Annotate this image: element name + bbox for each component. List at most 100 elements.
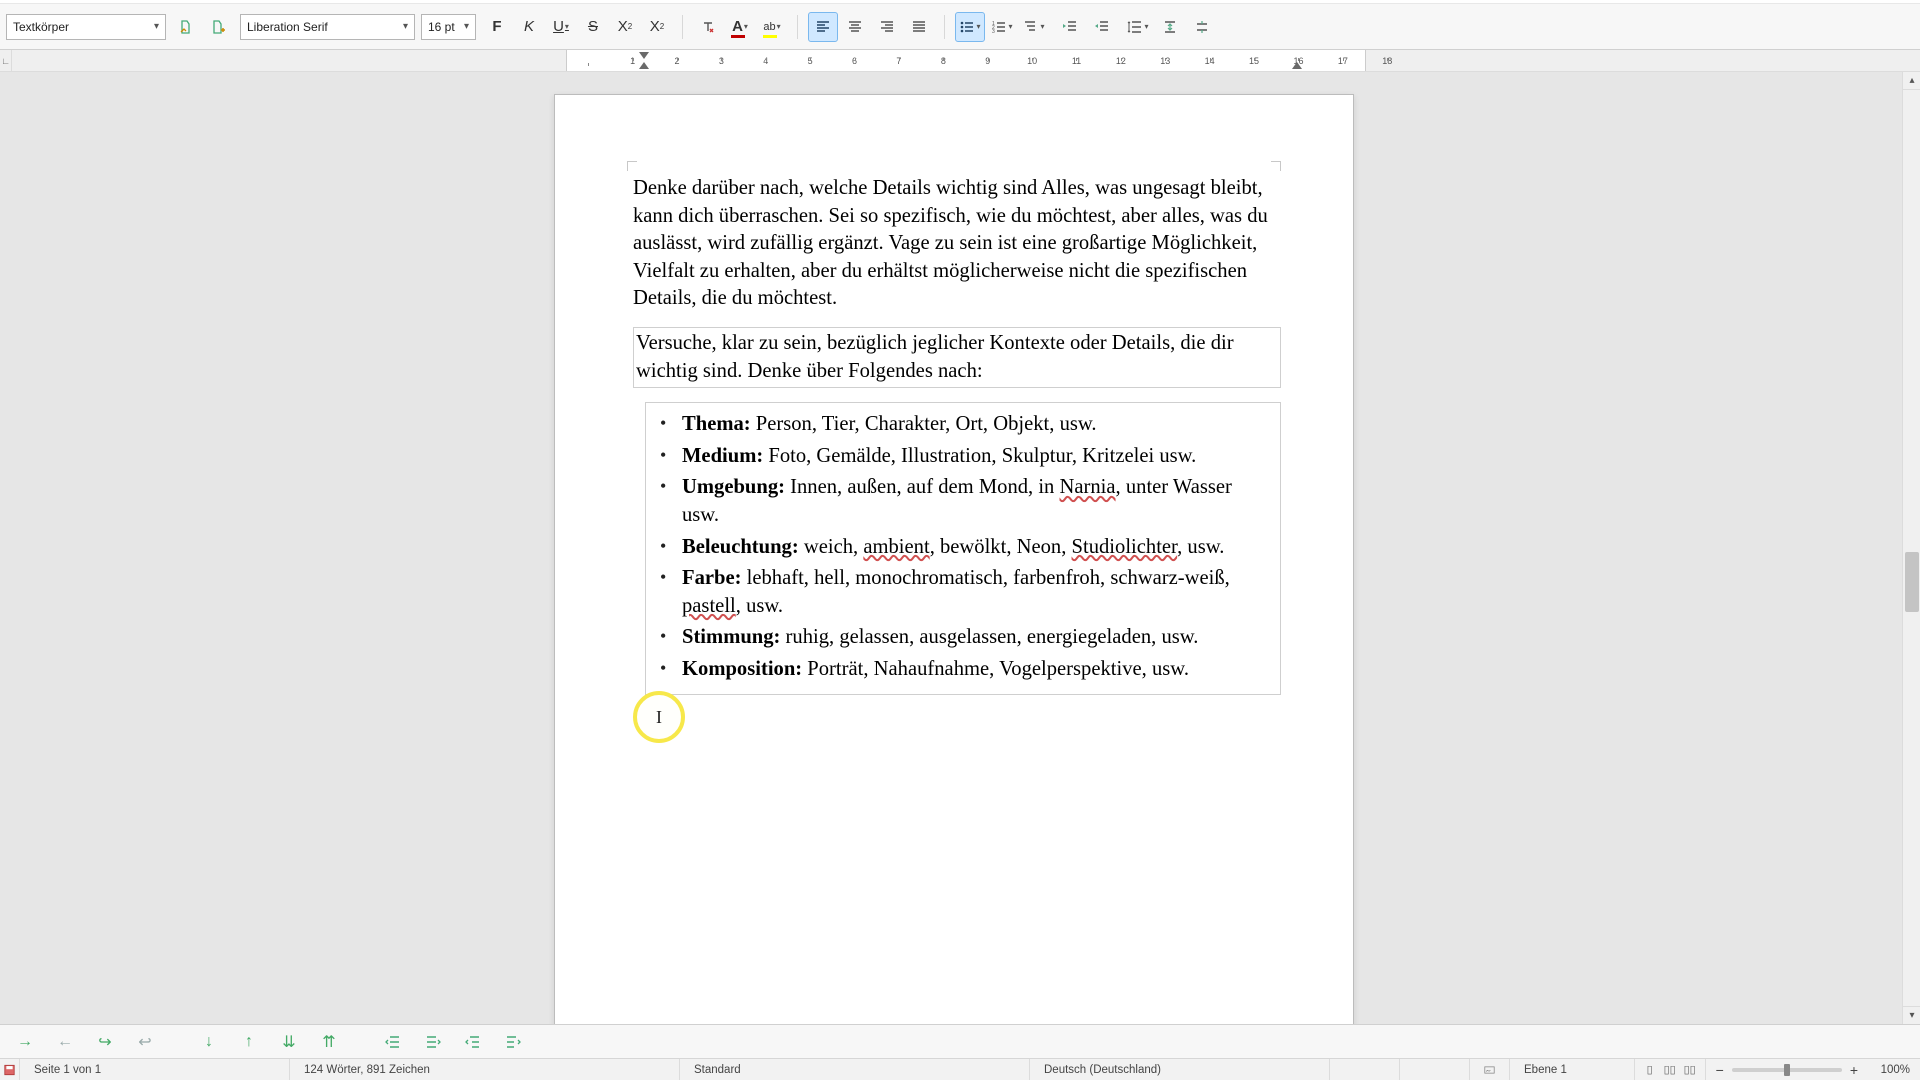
cursor-highlight-icon: I: [633, 691, 685, 743]
document-page[interactable]: Denke darüber nach, welche Details wicht…: [554, 94, 1354, 1024]
spellcheck-word: pastell: [682, 595, 736, 617]
language-status[interactable]: Deutsch (Deutschland): [1030, 1059, 1330, 1080]
strike-button[interactable]: S: [578, 12, 608, 42]
list-item[interactable]: Stimmung: ruhig, gelassen, ausgelassen, …: [682, 622, 1270, 654]
bullet-list[interactable]: Thema: Person, Tier, Charakter, Ort, Obj…: [645, 402, 1281, 694]
nav-down-double-button[interactable]: ⇊: [274, 1028, 304, 1056]
nav-up-double-button[interactable]: ⇈: [314, 1028, 344, 1056]
chevron-down-icon: ▾: [464, 21, 469, 32]
promote-sub-button[interactable]: [458, 1028, 488, 1056]
superscript-button[interactable]: X2: [610, 12, 640, 42]
decrease-para-spacing-button[interactable]: [1187, 12, 1217, 42]
align-center-button[interactable]: [840, 12, 870, 42]
vertical-scrollbar[interactable]: ▴ ▾: [1902, 72, 1920, 1024]
scroll-up-icon[interactable]: ▴: [1903, 72, 1920, 90]
ruler-tick: 9: [966, 56, 1010, 66]
number-list-button[interactable]: 123▾: [987, 12, 1017, 42]
list-item[interactable]: Umgebung: Innen, außen, auf dem Mond, in…: [682, 472, 1270, 531]
list-item-text: , bewölkt, Neon,: [930, 536, 1072, 558]
zoom-value[interactable]: 100%: [1866, 1064, 1910, 1076]
promote-button[interactable]: [378, 1028, 408, 1056]
demote-sub-button[interactable]: [498, 1028, 528, 1056]
ruler-tick: 4: [744, 56, 788, 66]
nav-down-button[interactable]: ↓: [194, 1028, 224, 1056]
nav-up-button[interactable]: ↑: [234, 1028, 264, 1056]
paragraph-style-value: Textkörper: [13, 20, 69, 34]
update-style-button[interactable]: [172, 12, 202, 42]
bold-button[interactable]: F: [482, 12, 512, 42]
list-item[interactable]: Beleuchtung: weich, ambient, bewölkt, Ne…: [682, 532, 1270, 564]
list-item[interactable]: Thema: Person, Tier, Charakter, Ort, Obj…: [682, 409, 1270, 441]
insert-mode-status[interactable]: [1330, 1059, 1400, 1080]
line-spacing-button[interactable]: ▾: [1123, 12, 1153, 42]
decrease-indent-button[interactable]: [1087, 12, 1117, 42]
underline-button[interactable]: U▾: [546, 12, 576, 42]
demote-button[interactable]: [418, 1028, 448, 1056]
document-workspace: Denke darüber nach, welche Details wicht…: [0, 72, 1920, 1024]
ruler-tick: 18: [1365, 56, 1409, 66]
zoom-out-button[interactable]: −: [1716, 1062, 1724, 1078]
selection-mode-status[interactable]: [1400, 1059, 1470, 1080]
ruler-tick: 15: [1232, 56, 1276, 66]
align-left-button[interactable]: [808, 12, 838, 42]
paragraph[interactable]: Denke darüber nach, welche Details wicht…: [633, 175, 1281, 313]
nav-back-button[interactable]: ←: [50, 1028, 80, 1056]
list-item[interactable]: Komposition: Porträt, Nahaufnahme, Vogel…: [682, 654, 1270, 686]
ruler-tick: 2: [655, 56, 699, 66]
list-item-text: Porträt, Nahaufnahme, Vogelperspektive, …: [802, 658, 1189, 680]
word-count-status[interactable]: 124 Wörter, 891 Zeichen: [290, 1059, 680, 1080]
save-status-icon[interactable]: [0, 1059, 20, 1080]
list-item-label: Beleuchtung:: [682, 536, 799, 558]
scroll-thumb[interactable]: [1905, 552, 1919, 612]
bullet-list-button[interactable]: ▾: [955, 12, 985, 42]
zoom-slider-knob[interactable]: [1784, 1064, 1790, 1076]
separator: [682, 15, 683, 39]
ruler-tick: 12: [1099, 56, 1143, 66]
signature-status[interactable]: [1470, 1059, 1510, 1080]
font-name-value: Liberation Serif: [247, 20, 328, 34]
outline-list-button[interactable]: ▾: [1019, 12, 1049, 42]
clear-formatting-button[interactable]: [693, 12, 723, 42]
paragraph-framed[interactable]: Versuche, klar zu sein, bezüglich jeglic…: [633, 327, 1281, 388]
first-line-indent-marker[interactable]: [639, 52, 649, 59]
navigation-toolbar: → ← ↪ ↩ ↓ ↑ ⇊ ⇈: [0, 1024, 1920, 1058]
document-body[interactable]: Denke darüber nach, welche Details wicht…: [633, 175, 1281, 695]
list-item-label: Umgebung:: [682, 476, 785, 498]
multi-page-icon[interactable]: ▯▯: [1663, 1063, 1677, 1077]
increase-indent-button[interactable]: [1055, 12, 1085, 42]
horizontal-ruler[interactable]: ∟ 123456789101112131415161718: [0, 50, 1920, 72]
italic-button[interactable]: K: [514, 12, 544, 42]
separator: [797, 15, 798, 39]
list-item[interactable]: Farbe: lebhaft, hell, monochromatisch, f…: [682, 563, 1270, 622]
new-style-button[interactable]: [204, 12, 234, 42]
list-item-label: Stimmung:: [682, 626, 780, 648]
zoom-slider[interactable]: [1732, 1068, 1842, 1072]
list-item-text: Foto, Gemälde, Illustration, Skulptur, K…: [763, 445, 1196, 467]
scroll-down-icon[interactable]: ▾: [1903, 1006, 1920, 1024]
hanging-indent-marker[interactable]: [639, 62, 649, 69]
nav-back-alt-button[interactable]: ↩: [130, 1028, 160, 1056]
view-mode-icons[interactable]: ▯ ▯▯ ▯▯: [1635, 1059, 1706, 1080]
nav-forward-button[interactable]: →: [10, 1028, 40, 1056]
paragraph-style-combo[interactable]: Textkörper ▾: [6, 14, 166, 40]
outline-level-status[interactable]: Ebene 1: [1510, 1059, 1635, 1080]
align-justify-button[interactable]: [904, 12, 934, 42]
highlight-color-swatch: [763, 35, 777, 38]
page-style-status[interactable]: Standard: [680, 1059, 1030, 1080]
margin-corner-tr: [1271, 161, 1281, 171]
page-status[interactable]: Seite 1 von 1: [20, 1059, 290, 1080]
single-page-icon[interactable]: ▯: [1643, 1063, 1657, 1077]
right-indent-marker[interactable]: [1292, 62, 1302, 69]
highlight-color-button[interactable]: ab ▾: [757, 12, 787, 42]
nav-forward-alt-button[interactable]: ↪: [90, 1028, 120, 1056]
font-color-button[interactable]: A ▾: [725, 12, 755, 42]
increase-para-spacing-button[interactable]: [1155, 12, 1185, 42]
list-item[interactable]: Medium: Foto, Gemälde, Illustration, Sku…: [682, 441, 1270, 473]
subscript-button[interactable]: X2: [642, 12, 672, 42]
list-item-label: Medium:: [682, 445, 763, 467]
align-right-button[interactable]: [872, 12, 902, 42]
book-view-icon[interactable]: ▯▯: [1683, 1063, 1697, 1077]
font-size-combo[interactable]: 16 pt ▾: [421, 14, 476, 40]
zoom-in-button[interactable]: +: [1850, 1062, 1858, 1078]
font-name-combo[interactable]: Liberation Serif ▾: [240, 14, 415, 40]
